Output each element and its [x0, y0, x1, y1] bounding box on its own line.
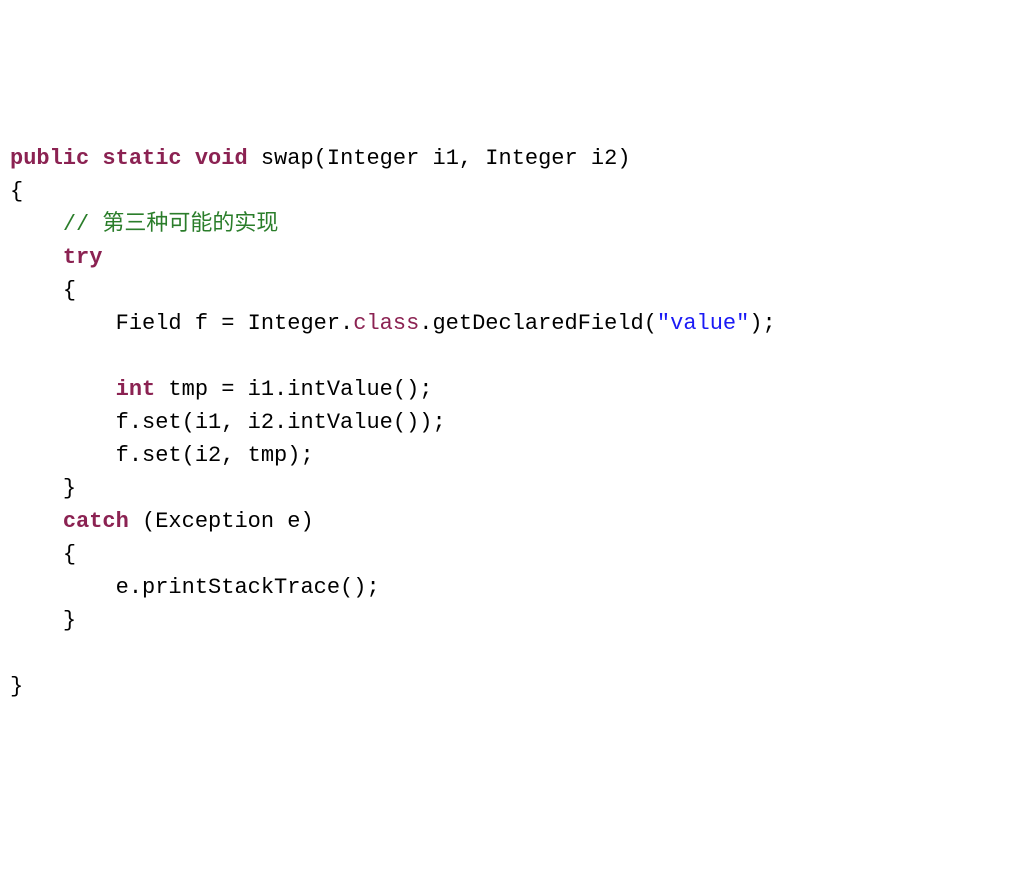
- indent: [10, 509, 63, 534]
- string-literal: "value": [657, 311, 749, 336]
- indent: [10, 245, 63, 270]
- code-text: f.set(i1, i2.intValue());: [116, 410, 446, 435]
- indent: [10, 476, 63, 501]
- indent: [10, 608, 63, 633]
- open-brace: {: [63, 542, 76, 567]
- open-brace: {: [63, 278, 76, 303]
- keyword-static: static: [102, 146, 181, 171]
- code-text: tmp = i1.intValue();: [155, 377, 432, 402]
- keyword-void: void: [195, 146, 248, 171]
- code-text: f.set(i2, tmp);: [116, 443, 314, 468]
- indent: [10, 542, 63, 567]
- space: [89, 146, 102, 171]
- open-brace: {: [10, 179, 23, 204]
- indent: [10, 311, 116, 336]
- keyword-catch: catch: [63, 509, 129, 534]
- space: [248, 146, 261, 171]
- indent: [10, 410, 116, 435]
- method-signature: swap(Integer i1, Integer i2): [261, 146, 631, 171]
- indent: [10, 575, 116, 600]
- keyword-int: int: [116, 377, 156, 402]
- indent: [10, 278, 63, 303]
- code-text: );: [749, 311, 775, 336]
- comment-text: // 第三种可能的实现: [63, 212, 279, 237]
- code-text: .getDeclaredField(: [419, 311, 657, 336]
- code-text: Field f = Integer.: [116, 311, 354, 336]
- keyword-try: try: [63, 245, 103, 270]
- indent: [10, 377, 116, 402]
- code-text: (Exception e): [129, 509, 314, 534]
- close-brace: }: [10, 674, 23, 699]
- indent: [10, 212, 63, 237]
- code-text: e.printStackTrace();: [116, 575, 380, 600]
- close-brace: }: [63, 476, 76, 501]
- indent: [10, 443, 116, 468]
- code-block: public static void swap(Integer i1, Inte…: [10, 142, 1014, 703]
- keyword-class: class: [353, 311, 419, 336]
- close-brace: }: [63, 608, 76, 633]
- keyword-public: public: [10, 146, 89, 171]
- space: [182, 146, 195, 171]
